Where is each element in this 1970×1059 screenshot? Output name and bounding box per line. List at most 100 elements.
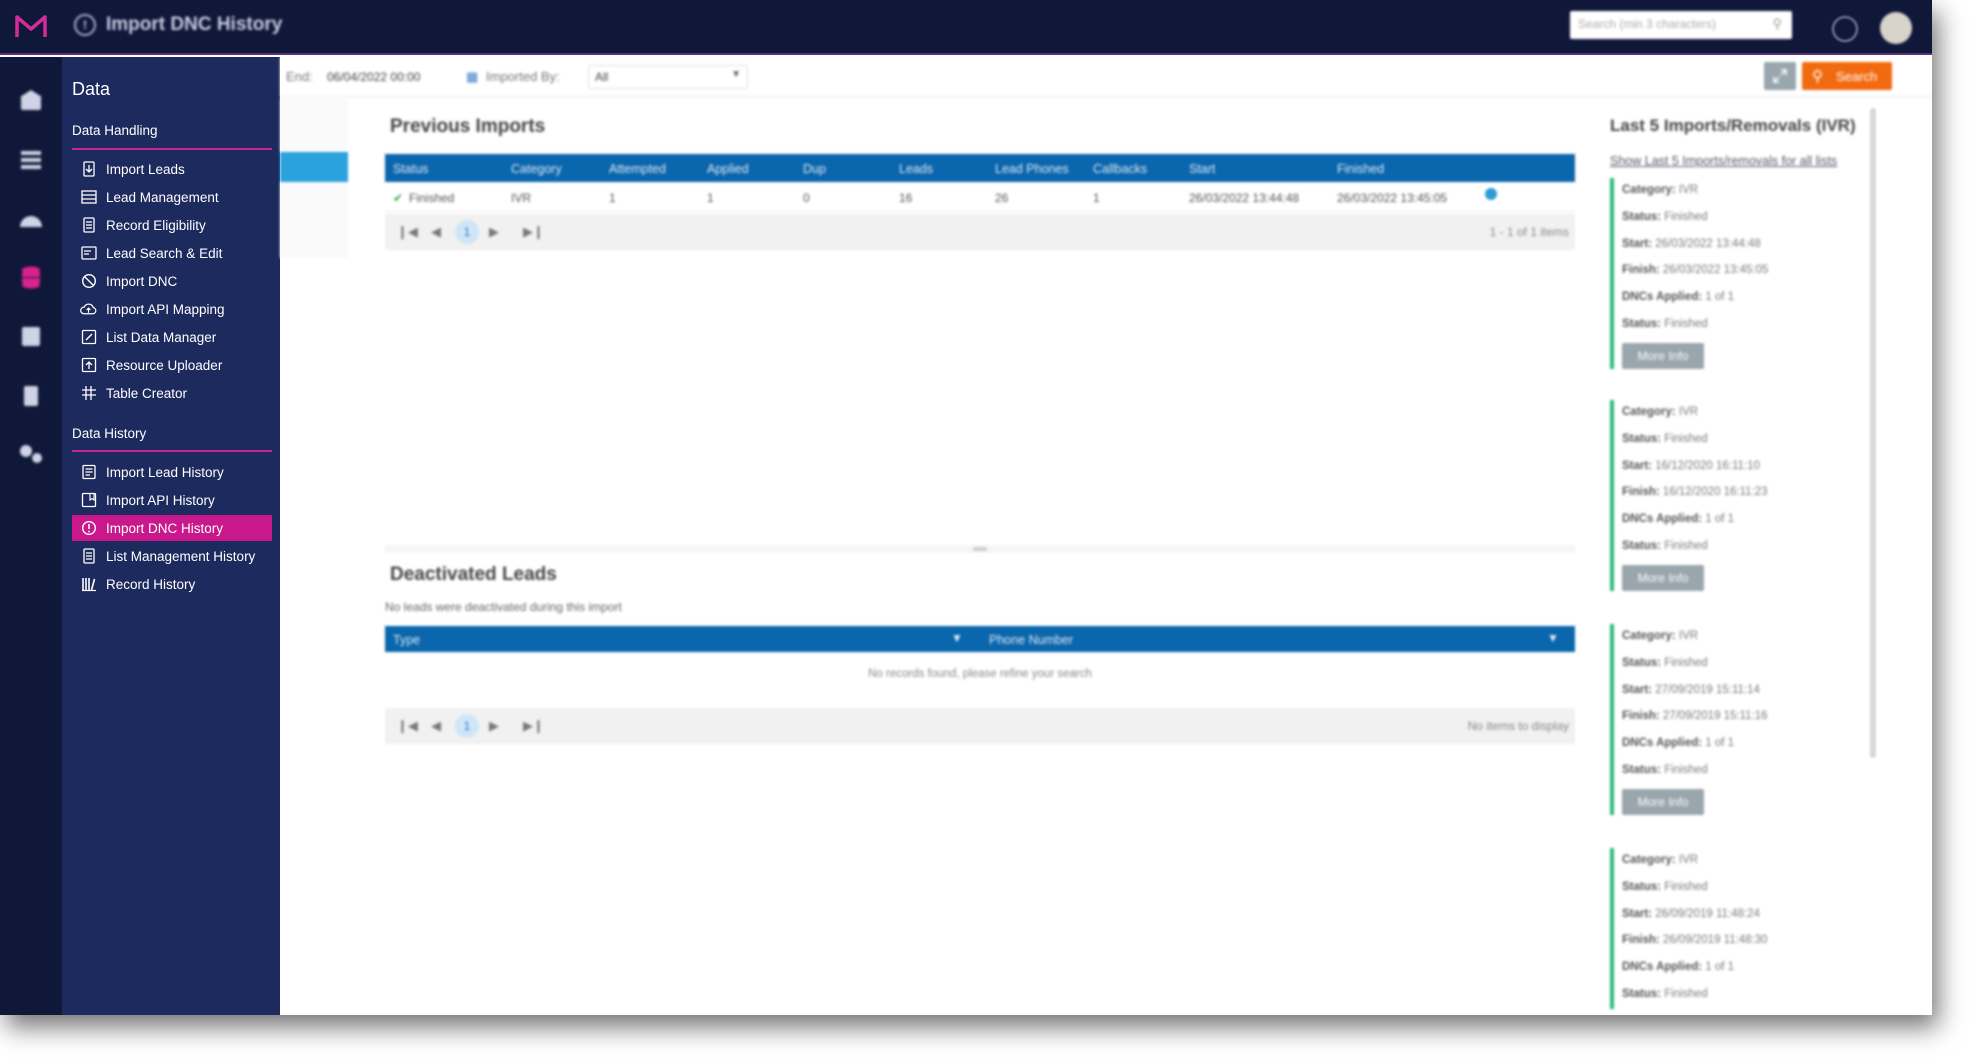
first-page-icon[interactable]: ❙◀ [397,224,418,240]
column-header[interactable]: Start [1189,162,1215,176]
document-icon[interactable] [16,383,46,409]
sidebar-item-list-data-manager[interactable]: List Data Manager [72,324,272,350]
more-info-button[interactable]: More Info [1622,788,1704,815]
sidebar-item-import-dnc[interactable]: Import DNC [72,268,272,294]
sidebar-item-resource-uploader[interactable]: Resource Uploader [72,352,272,378]
column-header[interactable]: Type [393,633,420,647]
search-button[interactable]: ⚲ Search [1802,62,1892,90]
card-line: Status: Finished [1622,205,1860,232]
cell-callbacks: 1 [1093,191,1100,205]
sidebar-item-label: Import DNC [106,273,178,289]
column-header[interactable]: Leads [899,162,933,176]
column-header[interactable]: Applied [707,162,749,176]
sidebar-item-import-dnc-history[interactable]: Import DNC History [72,515,272,541]
more-info-button[interactable]: More Info [1622,342,1704,369]
filter-bar: End: 06/04/2022 00:00 ▦ Imported By: All… [280,57,1932,97]
list-icon[interactable] [16,147,46,173]
logo-icon[interactable] [14,13,48,41]
sidebar-item-lead-search-edit[interactable]: Lead Search & Edit [72,240,272,266]
dnc-icon: ! [74,14,96,36]
card-line: Finish: 16/12/2020 16:11:23 [1622,480,1860,507]
column-header[interactable]: Lead Phones [995,162,1069,176]
upload-icon [80,357,97,374]
label: Status: [1622,432,1661,445]
home-icon[interactable] [16,87,46,113]
more-info-button[interactable]: More Info [1622,564,1704,591]
column-header[interactable]: Category [511,162,562,176]
settings-icon[interactable] [16,441,46,467]
sidebar-item-import-api-history[interactable]: Import API History [72,487,272,513]
next-page-icon[interactable]: ▶ [489,224,499,240]
end-date-input[interactable]: 06/04/2022 00:00 [320,65,460,89]
label: Start: [1622,459,1653,472]
value: Finished [1664,880,1708,893]
value: Finished [1664,317,1708,330]
deactivated-leads-subtitle: No leads were deactivated during this im… [385,600,622,614]
column-header[interactable]: Finished [1337,162,1384,176]
current-page[interactable]: 1 [455,220,479,244]
label: Category: [1622,854,1676,866]
search-icon: ⚲ [1812,68,1823,85]
next-page-icon[interactable]: ▶ [489,718,499,734]
table-icon [80,385,97,402]
sidebar-item-record-eligibility[interactable]: Record Eligibility [72,212,272,238]
list-history-icon [80,548,97,565]
edit-icon [80,329,97,346]
section-divider [72,148,272,150]
import-card: Category: IVR Status: Finished Start: 26… [1610,178,1860,369]
show-all-lists-link[interactable]: Show Last 5 Imports/removals for all lis… [1610,154,1837,168]
card-line: Status: Finished [1622,758,1860,785]
right-panel-scrollbar[interactable] [1870,108,1876,758]
label: DNCs Applied: [1622,291,1703,304]
column-header[interactable]: Dup [803,162,826,176]
label: Start: [1622,907,1653,920]
selected-import-row[interactable] [280,152,348,182]
column-header[interactable]: Status [393,162,428,176]
help-icon[interactable] [1832,16,1858,42]
value: 1 of 1 [1705,961,1735,974]
label: Finish: [1622,486,1660,499]
value: Finished [1664,656,1708,669]
expand-button[interactable] [1764,62,1796,90]
last-page-icon[interactable]: ▶❙ [523,718,544,734]
info-icon[interactable] [1485,188,1497,200]
filter-icon[interactable]: ▼ [1547,631,1559,645]
last-page-icon[interactable]: ▶❙ [523,224,544,240]
cell-lead-phones: 26 [995,191,1009,205]
contacts-icon[interactable] [16,323,46,349]
sidebar-item-record-history[interactable]: Record History [72,571,272,597]
avatar[interactable] [1880,12,1912,44]
current-page[interactable]: 1 [455,714,479,738]
prev-page-icon[interactable]: ◀ [431,224,441,240]
section-divider [72,450,272,452]
value: 16/12/2020 16:11:23 [1662,486,1768,499]
search-icon[interactable]: ⚲ [1772,16,1782,32]
sidebar-item-import-leads[interactable]: Import Leads [72,156,272,182]
sidebar-item-import-lead-history[interactable]: Import Lead History [72,459,272,485]
column-header[interactable]: Attempted [609,162,666,176]
sidebar-item-import-api-mapping[interactable]: Import API Mapping [72,296,272,322]
cell-start: 26/03/2022 13:44:48 [1189,191,1300,205]
first-page-icon[interactable]: ❙◀ [397,718,418,734]
calendar-icon[interactable]: ▦ [466,69,478,85]
data-handling-title: Data Handling [72,123,158,138]
imported-by-select[interactable]: All ▼ [588,65,748,89]
sidebar-item-lead-management[interactable]: Lead Management [72,184,272,210]
database-icon[interactable] [16,265,46,291]
sidebar-item-list-management-history[interactable]: List Management History [72,543,272,569]
table-row[interactable]: ✔ Finished IVR 1 1 0 16 26 1 26/03/2022 … [385,182,1575,212]
card-line: Finish: 26/03/2022 13:45:05 [1622,258,1860,285]
dashboard-icon[interactable] [16,207,46,233]
card-line: Status: Finished [1622,534,1860,561]
sidebar-item-table-creator[interactable]: Table Creator [72,380,272,406]
column-header[interactable]: Phone Number [989,633,1073,647]
splitter-handle[interactable] [385,545,1575,553]
label: DNCs Applied: [1622,961,1703,974]
value: 1 of 1 [1705,513,1735,526]
prev-page-icon[interactable]: ◀ [431,718,441,734]
global-search-input[interactable]: Search (min 3 characters) ⚲ [1570,11,1792,39]
filter-icon[interactable]: ▼ [951,631,963,645]
sidebar-item-label: Lead Search & Edit [106,245,223,261]
column-header[interactable]: Callbacks [1093,162,1147,176]
value: 27/09/2019 15:11:14 [1655,683,1760,696]
